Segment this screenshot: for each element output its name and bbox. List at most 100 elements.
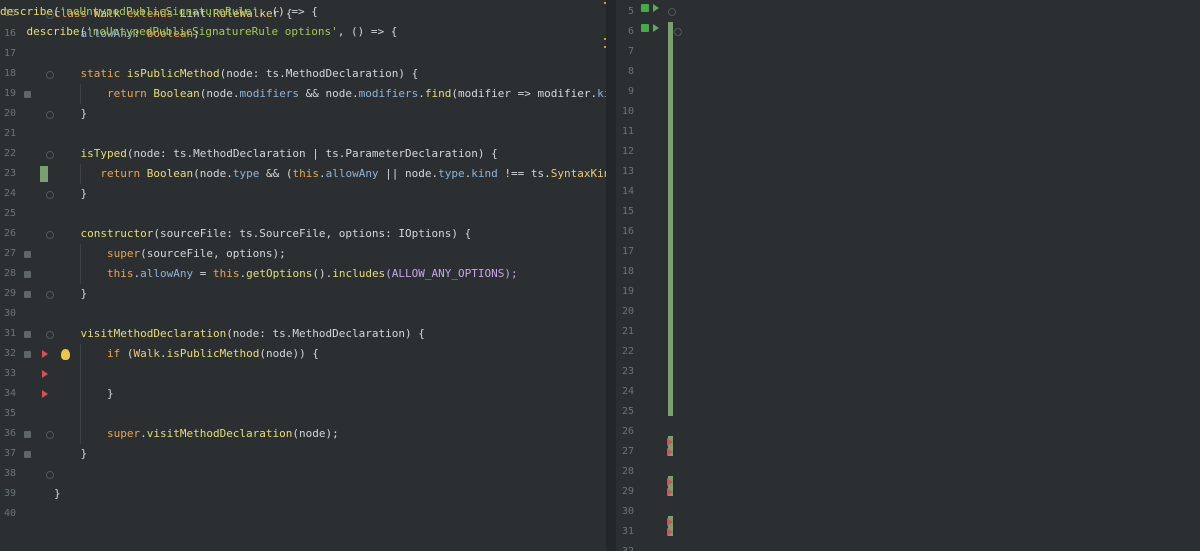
- left-editor-pane[interactable]: 15 16 17 18 19 20 21 22 23 24 25 26 27 28 29 30 31 32 33 34…: [0, 0, 606, 551]
- line-number: 21: [3, 128, 16, 139]
- fold-icon[interactable]: [46, 151, 54, 159]
- indent-guide: [80, 164, 81, 184]
- line-number: 17: [3, 48, 16, 59]
- code-line[interactable]: describe('noUntypedPublicSignatureRule',…: [0, 2, 318, 22]
- code-line[interactable]: super(sourceFile, options);: [54, 244, 286, 264]
- line-number: 29: [621, 486, 634, 497]
- breakpoint-icon[interactable]: [24, 91, 31, 98]
- fold-icon[interactable]: [46, 291, 54, 299]
- code-token: (node.: [193, 167, 233, 180]
- code-token: (node: ts.MethodDeclaration) {: [219, 67, 419, 80]
- code-token: allowAny: [325, 167, 379, 180]
- fold-icon[interactable]: [46, 471, 54, 479]
- error-flag-icon[interactable]: [42, 370, 48, 378]
- line-number: 24: [3, 188, 16, 199]
- line-number: 14: [621, 186, 634, 197]
- line-number: 6: [627, 26, 634, 37]
- breakpoint-icon[interactable]: [24, 271, 31, 278]
- breakpoint-icon[interactable]: [24, 251, 31, 258]
- code-line[interactable]: isTyped(node: ts.MethodDeclaration | ts.…: [54, 144, 497, 164]
- code-line[interactable]: static isPublicMethod(node: ts.MethodDec…: [54, 64, 418, 84]
- breakpoint-icon[interactable]: [24, 351, 31, 358]
- right-editor-pane[interactable]: 5 6 7 8 9 10 11 12 13 14 15 16 17 18 19 20 21 22 23 24 25 26 2…: [616, 0, 1200, 551]
- error-flag-icon[interactable]: [667, 528, 673, 536]
- line-number: 8: [627, 66, 634, 77]
- line-number: 28: [3, 268, 16, 279]
- split-divider[interactable]: [606, 0, 616, 551]
- code-line[interactable]: super.visitMethodDeclaration(node);: [54, 424, 339, 444]
- lightbulb-icon[interactable]: [61, 349, 70, 360]
- code-token: (node)) {: [259, 347, 319, 360]
- fold-icon[interactable]: [46, 111, 54, 119]
- error-flag-icon[interactable]: [667, 478, 673, 486]
- code-line[interactable]: }: [54, 484, 61, 504]
- code-token: (: [52, 5, 60, 18]
- code-token: (node);: [292, 427, 339, 440]
- line-number: 28: [621, 466, 634, 477]
- line-number: 10: [621, 106, 634, 117]
- code-line[interactable]: if (Walk.isPublicMethod(node)) {: [54, 344, 319, 364]
- run-arrow-icon[interactable]: [653, 4, 659, 12]
- code-token: return: [54, 167, 147, 180]
- code-line[interactable]: describe('noUntypedPublicSignatureRule o…: [0, 22, 397, 42]
- code-token: (sourceFile: ts.SourceFile, options: IOp…: [153, 227, 472, 240]
- breakpoint-icon[interactable]: [24, 451, 31, 458]
- code-line[interactable]: }: [54, 184, 87, 204]
- breakpoint-icon[interactable]: [24, 431, 31, 438]
- code-token: includes: [332, 267, 386, 280]
- fold-icon[interactable]: [46, 431, 54, 439]
- line-number: 18: [621, 266, 634, 277]
- fold-icon[interactable]: [674, 28, 682, 36]
- code-line[interactable]: }: [54, 384, 114, 404]
- breakpoint-icon[interactable]: [24, 331, 31, 338]
- code-token: }: [54, 187, 88, 200]
- fold-icon[interactable]: [46, 331, 54, 339]
- line-number: 34: [3, 388, 16, 399]
- code-token: !== ts.: [497, 167, 551, 180]
- error-flag-icon[interactable]: [667, 438, 673, 446]
- code-token: isPublicMethod: [166, 347, 260, 360]
- error-flag-icon[interactable]: [42, 390, 48, 398]
- run-arrow-icon[interactable]: [653, 24, 659, 32]
- line-number: 18: [3, 68, 16, 79]
- line-number: 24: [621, 386, 634, 397]
- fold-icon[interactable]: [46, 231, 54, 239]
- line-number: 25: [3, 208, 16, 219]
- code-token: modifiers: [239, 87, 300, 100]
- code-line[interactable]: }: [54, 104, 87, 124]
- code-token: super: [54, 247, 141, 260]
- code-line[interactable]: return Boolean(node.type && (this.allowA…: [54, 164, 606, 184]
- code-line[interactable]: constructor(sourceFile: ts.SourceFile, o…: [54, 224, 471, 244]
- line-number: 22: [3, 148, 16, 159]
- code-line[interactable]: this.allowAny = this.getOptions().includ…: [54, 264, 518, 284]
- line-number: 38: [3, 468, 16, 479]
- code-token: || node.: [378, 167, 439, 180]
- run-test-icon[interactable]: [641, 4, 649, 12]
- breakpoint-icon[interactable]: [24, 291, 31, 298]
- line-number: 9: [627, 86, 634, 97]
- error-flag-icon[interactable]: [42, 350, 48, 358]
- line-number: 36: [3, 428, 16, 439]
- fold-icon[interactable]: [46, 191, 54, 199]
- line-number: 27: [621, 446, 634, 457]
- code-line[interactable]: return Boolean(node.modifiers && node.mo…: [54, 84, 606, 104]
- code-token: (node: ts.MethodDeclaration) {: [226, 327, 425, 340]
- fold-icon[interactable]: [668, 8, 676, 16]
- code-token: type: [232, 167, 260, 180]
- code-token: kind: [597, 87, 606, 100]
- code-token: && node.: [299, 87, 359, 100]
- code-line[interactable]: }: [54, 284, 87, 304]
- run-test-icon[interactable]: [641, 24, 649, 32]
- line-number: 26: [621, 426, 634, 437]
- code-line[interactable]: visitMethodDeclaration(node: ts.MethodDe…: [54, 324, 425, 344]
- line-number: 30: [3, 308, 16, 319]
- error-flag-icon[interactable]: [667, 448, 673, 456]
- error-flag-icon[interactable]: [667, 518, 673, 526]
- code-token: , () => {: [337, 25, 398, 38]
- code-line[interactable]: }: [54, 444, 87, 464]
- line-number: 29: [3, 288, 16, 299]
- error-flag-icon[interactable]: [667, 488, 673, 496]
- code-token: .: [418, 87, 425, 100]
- code-token: isPublicMethod: [126, 67, 220, 80]
- fold-icon[interactable]: [46, 71, 54, 79]
